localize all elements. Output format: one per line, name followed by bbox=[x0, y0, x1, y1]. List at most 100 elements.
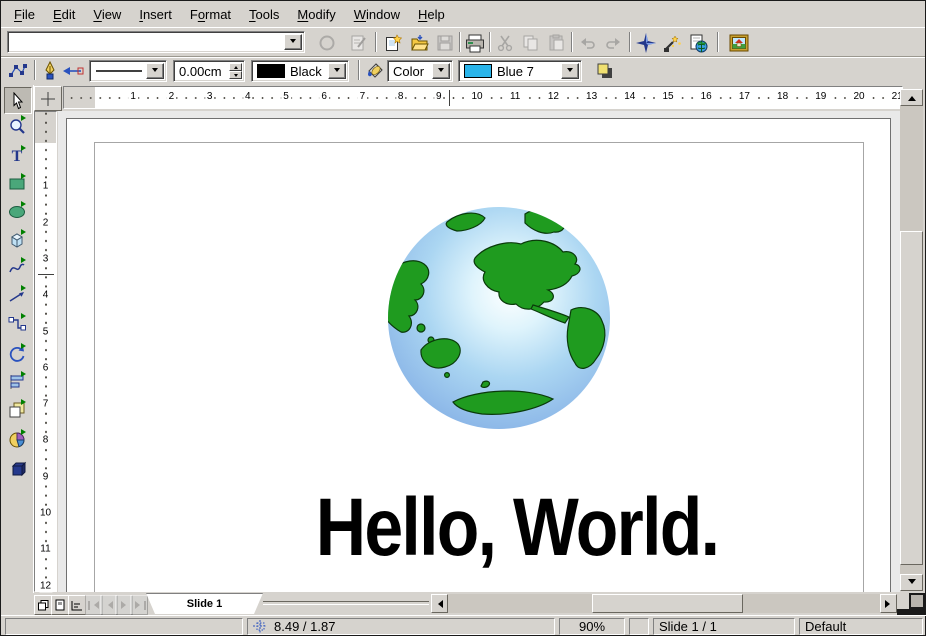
layer-view-button[interactable] bbox=[68, 595, 86, 615]
open-icon bbox=[410, 34, 429, 53]
window-resize-grip[interactable] bbox=[897, 593, 926, 615]
h-ruler-number: 6 bbox=[319, 91, 329, 102]
lines-arrows-tool[interactable] bbox=[4, 283, 30, 308]
chevron-down-icon bbox=[334, 68, 340, 75]
gallery-button[interactable] bbox=[727, 31, 751, 55]
3d-controller-tool[interactable] bbox=[4, 457, 30, 482]
line-color-select[interactable]: Black bbox=[251, 60, 349, 82]
vertical-scrollbar-thumb[interactable] bbox=[900, 231, 923, 565]
line-style-select[interactable] bbox=[89, 60, 167, 82]
spinner-up-button[interactable] bbox=[229, 63, 242, 71]
zoom-field[interactable]: 90% bbox=[559, 618, 625, 635]
edit-points-button[interactable] bbox=[6, 59, 30, 83]
vertical-ruler: 123456789101112 bbox=[34, 111, 57, 592]
status-message-field bbox=[5, 618, 243, 635]
toolbar-separator bbox=[459, 32, 461, 52]
spinner-down-button[interactable] bbox=[229, 71, 242, 79]
slide-title-text[interactable]: Hello, World. bbox=[245, 481, 789, 575]
fill-type-select[interactable]: Color bbox=[387, 60, 453, 82]
navigator-button[interactable] bbox=[634, 31, 658, 55]
menu-edit[interactable]: Edit bbox=[44, 4, 84, 25]
shadow-button[interactable] bbox=[593, 59, 617, 83]
fill-type-dropdown-button[interactable] bbox=[432, 63, 450, 79]
long-click-indicator bbox=[21, 371, 29, 377]
area-style-button[interactable] bbox=[363, 59, 387, 83]
long-click-indicator bbox=[21, 343, 29, 349]
zoom-tool[interactable] bbox=[4, 113, 30, 138]
v-ruler-number: 11 bbox=[39, 543, 51, 556]
menu-tools[interactable]: Tools bbox=[240, 4, 288, 25]
fill-color-select[interactable]: Blue 7 bbox=[458, 60, 582, 82]
scroll-down-button[interactable] bbox=[900, 574, 923, 591]
menu-format[interactable]: Format bbox=[181, 4, 240, 25]
fill-color-value: Blue 7 bbox=[497, 64, 534, 79]
chevron-down-icon bbox=[567, 68, 573, 75]
line-width-field[interactable]: 0.00cm bbox=[173, 60, 245, 82]
select-tool[interactable] bbox=[4, 87, 32, 114]
line-color-value: Black bbox=[290, 64, 322, 79]
long-click-indicator bbox=[21, 285, 29, 291]
edit-points-icon bbox=[8, 62, 28, 80]
chevron-down-icon bbox=[152, 68, 158, 75]
h-ruler-cursor-marker bbox=[449, 90, 450, 106]
insert-tool[interactable] bbox=[4, 427, 30, 452]
line-style-preview bbox=[95, 67, 143, 75]
h-ruler-number: 7 bbox=[358, 91, 368, 102]
scroll-up-button[interactable] bbox=[900, 89, 923, 106]
3d-controller-icon bbox=[8, 461, 26, 479]
line-color-dropdown-button[interactable] bbox=[328, 63, 346, 79]
arrow-style-button[interactable] bbox=[61, 59, 85, 83]
slide-page[interactable]: Hello, World. bbox=[66, 118, 891, 592]
rotate-tool[interactable] bbox=[4, 341, 30, 366]
horizontal-scrollbar[interactable] bbox=[431, 594, 897, 613]
long-click-indicator bbox=[21, 201, 29, 207]
vertical-scrollbar[interactable] bbox=[900, 89, 923, 591]
position-icon bbox=[253, 620, 268, 633]
menu-file[interactable]: File bbox=[5, 4, 44, 25]
horizontal-scrollbar-thumb[interactable] bbox=[592, 594, 743, 613]
url-combobox-dropdown-button[interactable] bbox=[284, 34, 302, 50]
app-window: FileEditViewInsertFormatToolsModifyWindo… bbox=[0, 0, 926, 636]
scroll-left-button[interactable] bbox=[431, 594, 448, 613]
slide-tab[interactable]: Slide 1 bbox=[146, 593, 263, 614]
arrange-tool[interactable] bbox=[4, 397, 30, 422]
menu-window[interactable]: Window bbox=[345, 4, 409, 25]
text-tool[interactable]: T bbox=[4, 143, 30, 168]
menu-modify[interactable]: Modify bbox=[288, 4, 344, 25]
new-document-button[interactable] bbox=[381, 31, 405, 55]
rectangle-tool[interactable] bbox=[4, 171, 30, 196]
undo-icon bbox=[578, 34, 597, 52]
print-button[interactable] bbox=[463, 31, 487, 55]
autopilot-button[interactable] bbox=[660, 31, 684, 55]
connector-tool[interactable] bbox=[4, 311, 30, 336]
curve-tool[interactable] bbox=[4, 255, 30, 280]
toolbar-separator bbox=[571, 32, 573, 52]
url-combobox[interactable] bbox=[7, 31, 305, 53]
alignment-tool[interactable] bbox=[4, 369, 30, 394]
menu-insert[interactable]: Insert bbox=[130, 4, 181, 25]
fill-color-dropdown-button[interactable] bbox=[561, 63, 579, 79]
slide-view-button[interactable] bbox=[34, 595, 52, 615]
line-dialog-button[interactable] bbox=[38, 59, 62, 83]
ruler-origin-button[interactable] bbox=[34, 86, 62, 111]
globe-image[interactable] bbox=[387, 206, 611, 430]
drawing-canvas[interactable]: Hello, World. bbox=[58, 111, 900, 592]
hyperlink-dialog-button[interactable] bbox=[686, 31, 710, 55]
cursor-position-field[interactable]: 8.49 / 1.87 bbox=[247, 618, 555, 635]
gallery-icon bbox=[729, 34, 749, 52]
redo-button bbox=[601, 31, 625, 55]
first-icon bbox=[90, 601, 99, 609]
line-style-dropdown-button[interactable] bbox=[146, 63, 164, 79]
arrow-right-icon bbox=[885, 600, 894, 608]
menu-view[interactable]: View bbox=[84, 4, 130, 25]
line-width-spinner[interactable] bbox=[229, 63, 242, 79]
3d-objects-tool[interactable] bbox=[4, 227, 30, 252]
master-view-button[interactable] bbox=[51, 595, 69, 615]
menu-help[interactable]: Help bbox=[409, 4, 454, 25]
ellipse-tool[interactable] bbox=[4, 199, 30, 224]
v-ruler-number: 4 bbox=[42, 289, 50, 302]
scroll-right-button[interactable] bbox=[880, 594, 897, 613]
open-button[interactable] bbox=[407, 31, 431, 55]
template-field[interactable]: Default bbox=[799, 618, 923, 635]
toolbar-separator bbox=[629, 32, 631, 52]
